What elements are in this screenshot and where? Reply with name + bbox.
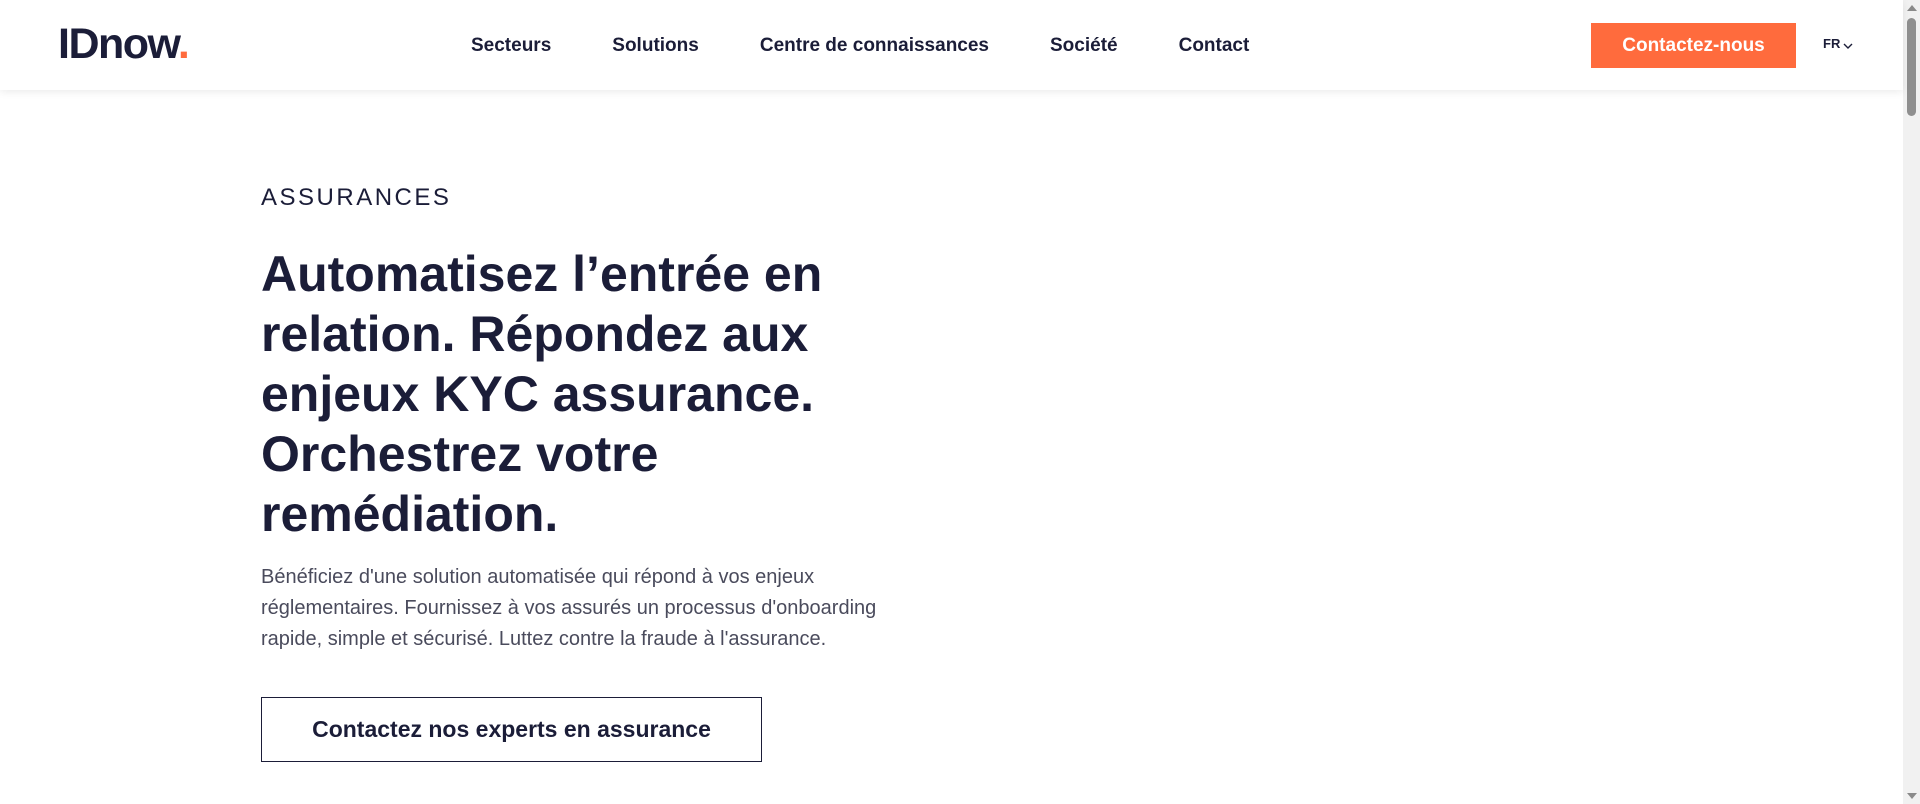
hero-eyebrow: ASSURANCES (261, 184, 452, 211)
language-selector[interactable]: FR (1823, 36, 1853, 51)
scroll-down-arrow-icon[interactable] (1907, 793, 1917, 799)
idnow-logo[interactable]: IDnow. (58, 19, 190, 69)
nav-item-centre-de-connaissances[interactable]: Centre de connaissances (760, 34, 989, 58)
language-label: FR (1823, 36, 1841, 51)
logo-dot: . (177, 20, 190, 68)
nav-item-contact[interactable]: Contact (1179, 34, 1250, 58)
scroll-up-arrow-icon[interactable] (1907, 5, 1917, 11)
site-header: IDnow. Secteurs Solutions Centre de conn… (0, 0, 1903, 90)
contact-experts-button[interactable]: Contactez nos experts en assurance (261, 697, 762, 762)
hero-headline: Automatisez l’entrée en relation. Répond… (261, 246, 823, 542)
hero-description: Bénéficiez d'une solution automatisée qu… (261, 566, 877, 650)
nav-item-solutions[interactable]: Solutions (612, 34, 699, 58)
logo-text: IDnow (58, 20, 179, 68)
nav-item-secteurs[interactable]: Secteurs (471, 34, 551, 58)
page-scrollbar[interactable] (1903, 0, 1920, 804)
main-nav: Secteurs Solutions Centre de connaissanc… (471, 34, 1249, 58)
hero-section: ASSURANCES Automatisez l’entrée en relat… (261, 180, 961, 762)
nav-item-societe[interactable]: Société (1050, 34, 1118, 58)
contact-us-button[interactable]: Contactez-nous (1591, 23, 1796, 68)
chevron-down-icon (1843, 39, 1853, 49)
scrollbar-thumb[interactable] (1907, 18, 1916, 116)
